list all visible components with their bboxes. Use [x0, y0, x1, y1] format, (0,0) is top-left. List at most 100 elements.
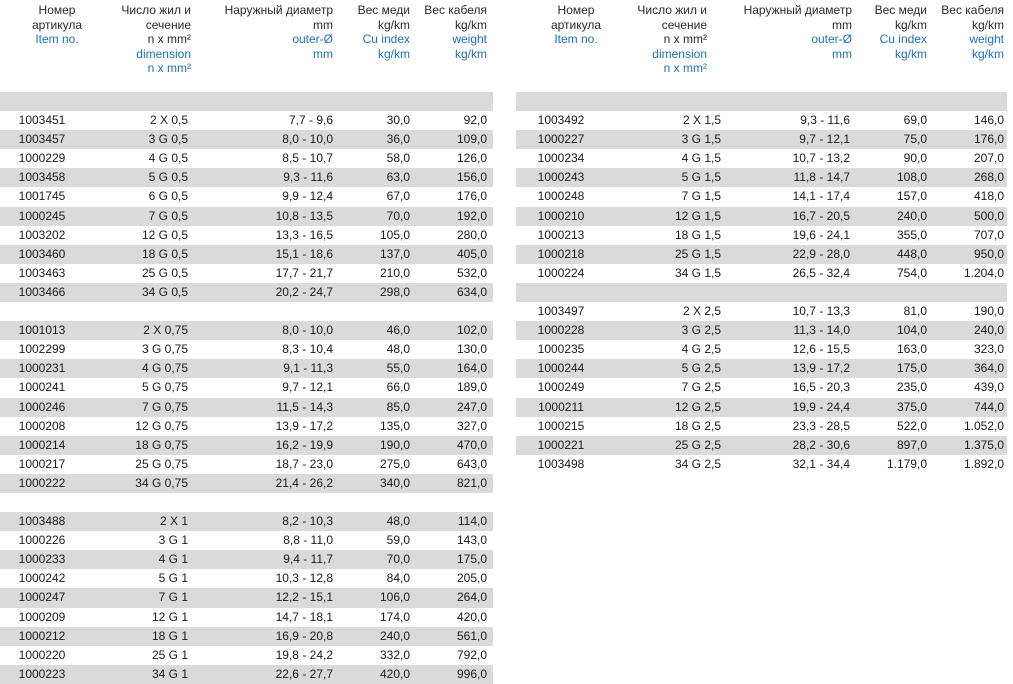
table-row: 1000243 5 G 1,5 11,8 - 14,7 108,0 268,0: [516, 168, 1007, 188]
header-ru-line: Вес кабеля: [424, 3, 487, 17]
cell-outer-diameter: 32,1 - 34,4: [792, 456, 850, 471]
cell-weight: 156,0: [456, 170, 487, 185]
cell-item-no: 1000243: [537, 170, 585, 185]
header-ru-line: артикула: [550, 17, 602, 32]
cell-weight: 634,0: [456, 284, 487, 299]
table-row: 1000234 4 G 1,5 10,7 - 13,2 90,0 207,0: [516, 149, 1007, 168]
cell-cu-index: 59,0: [386, 533, 410, 548]
cell-item-no: 1003498: [537, 456, 585, 471]
cell-item-no: 1003202: [18, 227, 66, 242]
cell-cu-index: 375,0: [896, 399, 927, 414]
cell-weight: 190,0: [973, 304, 1004, 319]
cell-item-no: 1000227: [537, 132, 585, 147]
cell-cu-index: 448,0: [896, 246, 927, 261]
cell-weight: 164,0: [456, 361, 487, 376]
cell-cu-index: 70,0: [386, 552, 410, 567]
cell-cu-index: 298,0: [379, 284, 410, 299]
cell-cu-index: 340,0: [379, 475, 410, 490]
cell-weight: 561,0: [456, 628, 487, 643]
cell-item-no: 1000234: [537, 151, 585, 166]
cell-weight: 114,0: [457, 514, 487, 529]
cell-weight: 439,0: [973, 380, 1004, 395]
header-cu-index: Вес меди kg/km Cu index kg/km: [340, 3, 410, 61]
header-en-line: Cu index: [362, 32, 410, 46]
header-ru-line: Число жил и: [121, 3, 191, 17]
cell-dimension: 5 G 2,5: [681, 361, 721, 376]
cell-dimension: 3 G 2,5: [681, 323, 721, 338]
cell-weight: 143,0: [456, 533, 487, 548]
table-row: 1000208 12 G 0,75 13,9 - 17,2 135,0 327,0: [0, 417, 493, 436]
table-row: 1000242 5 G 1 10,3 - 12,8 84,0 205,0: [0, 569, 493, 588]
cell-outer-diameter: 9,9 - 12,4: [282, 189, 333, 204]
table-row: 1003458 5 G 0,5 9,3 - 11,6 63,0 156,0: [0, 168, 493, 188]
header-dimension: Число жил и сечение n x mm² dimension n x mm…: [92, 3, 191, 76]
cell-weight: 176,0: [973, 132, 1004, 147]
header-en-line: kg/km: [454, 46, 487, 61]
cell-outer-diameter: 11,3 - 14,0: [793, 323, 850, 338]
header-en-line: outer-Ø: [811, 32, 852, 46]
cell-item-no: 1000212: [18, 628, 66, 643]
cell-outer-diameter: 9,1 - 11,3: [283, 361, 333, 376]
cell-weight: 280,0: [456, 227, 487, 242]
table-row: 1003451 2 X 0,5 7,7 - 9,6 30,0 92,0: [0, 111, 493, 130]
cell-weight: 1.052,0: [963, 418, 1004, 433]
cell-weight: 470,0: [456, 437, 487, 452]
cell-weight: 821,0: [456, 475, 487, 490]
cell-item-no: 1003460: [18, 246, 66, 261]
table-row: 1000218 25 G 1,5 22,9 - 28,0 448,0 950,0: [516, 244, 1007, 264]
cell-outer-diameter: 28,2 - 30,6: [792, 437, 850, 452]
table-row: 1000210 12 G 1,5 16,7 - 20,5 240,0 500,0: [516, 206, 1007, 226]
spacer-row: [0, 493, 493, 512]
table-row: 1003466 34 G 0,5 20,2 - 24,7 298,0 634,0: [0, 282, 493, 303]
cell-item-no: 1000222: [18, 475, 66, 490]
cell-item-no: 1003488: [18, 514, 66, 529]
cell-dimension: 3 G 1: [158, 533, 188, 548]
table-row: 1000214 18 G 0,75 16,2 - 19,9 190,0 470,0: [0, 435, 493, 455]
cable-table-right: Номер артикула Item no. Число жил и сечение n…: [516, 0, 1007, 474]
table-row: 1003497 2 X 2,5 10,7 - 13,3 81,0 190,0: [516, 302, 1007, 321]
table-row: 1000248 7 G 1,5 14,1 - 17,4 157,0 418,0: [516, 187, 1007, 206]
cell-outer-diameter: 16,2 - 19,9: [275, 437, 333, 452]
cell-cu-index: 85,0: [386, 399, 410, 414]
table-row: 1003457 3 G 0,5 8,0 - 10,0 36,0 109,0: [0, 130, 493, 150]
cell-cu-index: 84,0: [386, 571, 410, 586]
table-row: 1000235 4 G 2,5 12,6 - 15,5 163,0 323,0: [516, 340, 1007, 359]
table-row: 1001745 6 G 0,5 9,9 - 12,4 67,0 176,0: [0, 187, 493, 206]
cell-item-no: 1000217: [18, 456, 66, 471]
cell-cu-index: 135,0: [379, 418, 410, 433]
cell-dimension: 18 G 0,75: [135, 437, 188, 452]
header-ru-line: Номер: [38, 3, 76, 17]
cell-outer-diameter: 9,7 - 12,1: [282, 380, 333, 395]
cell-dimension: 5 G 1,5: [681, 170, 721, 185]
cell-dimension: 3 G 1,5: [681, 132, 721, 147]
table-row: 1000224 34 G 1,5 26,5 - 32,4 754,0 1.204,0: [516, 264, 1007, 283]
cell-cu-index: 36,0: [386, 132, 410, 147]
cell-item-no: 1000208: [18, 418, 66, 433]
cell-outer-diameter: 9,7 - 12,1: [799, 132, 850, 147]
table-row: 1000229 4 G 0,5 8,5 - 10,7 58,0 126,0: [0, 149, 493, 168]
cell-dimension: 7 G 1,5: [681, 189, 721, 204]
header-ru-line: n x mm²: [147, 32, 191, 46]
cell-outer-diameter: 8,0 - 10,0: [282, 323, 333, 338]
cell-outer-diameter: 12,6 - 15,5: [792, 342, 850, 357]
cell-weight: 323,0: [973, 342, 1004, 357]
cell-weight: 1.204,0: [963, 265, 1004, 280]
cell-outer-diameter: 8,3 - 10,4: [282, 342, 333, 357]
table-row: 1000226 3 G 1 8,8 - 11,0 59,0 143,0: [0, 531, 493, 550]
cell-weight: 146,0: [973, 113, 1004, 128]
cell-cu-index: 240,0: [896, 208, 927, 223]
cell-outer-diameter: 13,9 - 17,2: [792, 361, 850, 376]
cell-weight: 1.892,0: [963, 456, 1004, 471]
cell-dimension: 5 G 1: [158, 571, 188, 586]
header-en-line: kg/km: [377, 46, 410, 61]
table-row: 1000246 7 G 0,75 11,5 - 14,3 85,0 247,0: [0, 397, 493, 417]
cell-dimension: 6 G 0,5: [148, 189, 188, 204]
cell-item-no: 1000218: [537, 246, 585, 261]
cell-cu-index: 897,0: [896, 437, 927, 452]
cell-dimension: 7 G 0,5: [148, 208, 188, 223]
cell-cu-index: 175,0: [896, 361, 927, 376]
cell-item-no: 1000223: [18, 666, 66, 681]
table-row: 1000213 18 G 1,5 19,6 - 24,1 355,0 707,0: [516, 226, 1007, 245]
cell-cu-index: 81,0: [903, 304, 927, 319]
cell-dimension: 18 G 2,5: [674, 418, 721, 433]
